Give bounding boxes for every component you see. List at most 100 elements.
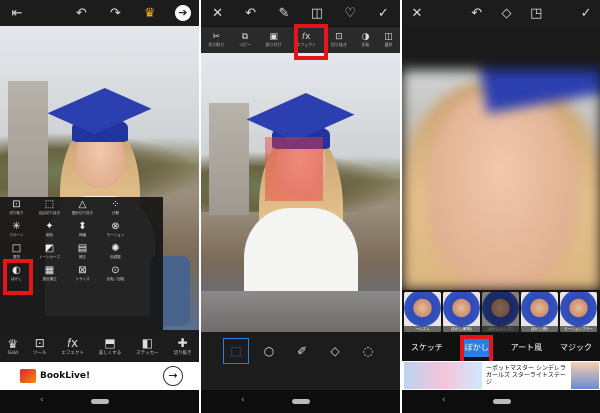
home-pill[interactable] — [492, 399, 511, 404]
ad-banner[interactable]: ーポットマスター シンデレラガールズ スターライトステージ — [402, 361, 600, 390]
menu-item[interactable]: ◩ トーンカーブ — [33, 243, 66, 265]
home-pill[interactable] — [291, 399, 310, 404]
photo-canvas[interactable] — [201, 53, 400, 332]
layers-icon[interactable]: ◳ — [527, 7, 545, 20]
strip-action[interactable]: ◑ 反転 — [362, 27, 370, 53]
close-icon[interactable]: ✕ — [408, 7, 426, 20]
statue — [209, 103, 249, 215]
resize-icon: ⊠ — [78, 265, 87, 276]
effect-thumbnails: ールズム ぼかし(鮮明) ぼかし(レンズ) ぼかし(夜) モーションブラー — [402, 290, 600, 333]
selection-region[interactable] — [265, 137, 323, 201]
effect-thumbnail-label: ぼかし(レンズ) — [482, 326, 519, 332]
ad-text: ーポットマスター シンデレラガールズ スターライトステージ — [486, 365, 566, 386]
editor-panel-tools: ⇤ ↶ ↷ ♛ ➔ ⊡ 切り取り ⬚ 自由切り抜き △ 図形切り抜き ⁘ 分散 ✳ クローン ✦ 削除… — [0, 0, 199, 413]
nav-back-icon[interactable]: ‹ — [40, 395, 44, 405]
category-tab[interactable]: スケッチ — [411, 342, 443, 353]
bottom-tool[interactable]: 𝑓x エフェクト — [61, 336, 84, 356]
menu-item[interactable]: ⊗ モーション — [99, 221, 132, 243]
bottom-tool[interactable]: ✚ 切り抜き — [173, 336, 191, 356]
menu-item[interactable]: ▦ 遠近補正 — [33, 265, 66, 287]
undo-icon[interactable]: ↶ — [468, 7, 486, 20]
cut-icon: ✂ — [212, 32, 221, 42]
effect-thumbnail-label: ぼかし(夜) — [521, 326, 558, 332]
lasso-icon[interactable]: ◌ — [355, 338, 381, 364]
effect-highlight — [294, 24, 328, 60]
menu-item[interactable]: △ 図形切り抜き — [66, 199, 99, 221]
apply-icon[interactable]: ✓ — [374, 7, 392, 20]
paste-icon: ▣ — [269, 32, 278, 42]
top-toolbar: ⇤ ↶ ↷ ♛ ➔ — [0, 0, 199, 26]
add-layer-icon[interactable]: ♡ — [341, 7, 359, 20]
tool-icon: ⊡ — [34, 336, 45, 350]
bottom-tool[interactable]: ♛ Gold — [7, 337, 18, 356]
menu-item[interactable]: ✺ 色調整 — [99, 243, 132, 265]
ad-arrow-icon[interactable]: → — [163, 366, 183, 386]
menu-item[interactable]: ⊠ リサイズ — [66, 265, 99, 287]
eraser-icon[interactable]: ◇ — [497, 7, 515, 20]
gold-icon: ♛ — [7, 336, 19, 351]
nav-bar: ‹ — [402, 390, 600, 413]
edit-icon[interactable]: ✎ — [275, 7, 293, 20]
apply-icon[interactable]: ✓ — [577, 7, 595, 20]
menu-item[interactable]: ⬍ 伸縮 — [66, 221, 99, 243]
effect-thumbnail[interactable]: ぼかし(夜) — [521, 292, 558, 332]
menu-item[interactable]: ⊙ 反転／回転 — [99, 265, 132, 287]
back-icon[interactable]: ⇤ — [8, 7, 26, 20]
menu-item[interactable]: ⬚ 自由切り抜き — [33, 199, 66, 221]
strip-action-label: 反転 — [361, 42, 370, 47]
perspective-icon: ▦ — [44, 265, 55, 276]
strip-action[interactable]: ✂ 切り取り — [208, 27, 224, 53]
compare-icon[interactable]: ◫ — [308, 7, 326, 20]
brush-icon[interactable]: ✐ — [289, 338, 315, 364]
nav-back-icon[interactable]: ‹ — [442, 395, 446, 405]
bottom-tool[interactable]: ⬒ 美しくする — [99, 336, 122, 356]
menu-item[interactable]: ⁘ 分散 — [99, 199, 132, 221]
strip-action[interactable]: ◫ 選択 — [384, 27, 393, 53]
statue — [8, 80, 48, 203]
cutout-icon: ✚ — [177, 336, 188, 350]
effect-thumbnail[interactable]: モーションブラー — [560, 292, 597, 332]
crop-icon: ⊡ — [335, 32, 343, 42]
menu-item[interactable]: ✳ クローン — [0, 221, 33, 243]
strip-action[interactable]: ▣ 貼り付け — [266, 27, 282, 53]
ad-banner[interactable]: BookLive! → — [0, 362, 199, 390]
strip-action[interactable]: ⧉ コピー — [239, 27, 251, 53]
nav-back-icon[interactable]: ‹ — [241, 395, 245, 405]
ad-character-icon — [571, 362, 599, 389]
effect-thumbnail[interactable]: ぼかし(レンズ) — [482, 292, 519, 332]
category-tab[interactable]: アート風 — [511, 342, 543, 353]
menu-item[interactable]: ✦ 削除 — [33, 221, 66, 243]
clone-icon: ✳ — [12, 221, 21, 232]
bottom-tool[interactable]: ◧ ステッカー — [136, 336, 159, 356]
blurred-photo[interactable] — [402, 70, 600, 290]
beautify-icon: ⬒ — [104, 336, 116, 350]
circle-select-icon[interactable]: ○ — [256, 338, 282, 364]
select-icon: □ — [11, 243, 22, 254]
select-icon: ◫ — [384, 32, 393, 42]
menu-item-label: 反転／回転 — [106, 277, 125, 281]
eraser-icon[interactable]: ◇ — [322, 338, 348, 364]
crown-icon[interactable]: ♛ — [141, 7, 159, 20]
close-icon[interactable]: ✕ — [209, 7, 227, 20]
strip-action[interactable]: ⊡ 切り抜き — [331, 27, 347, 53]
selection-tools: ⬚ ○ ✐ ◇ ◌ — [201, 332, 400, 390]
menu-item[interactable]: ▤ 補正 — [66, 243, 99, 265]
home-pill[interactable] — [90, 399, 109, 404]
undo-icon[interactable]: ↶ — [242, 7, 260, 20]
select-highlight — [3, 259, 33, 295]
undo-icon[interactable]: ↶ — [72, 7, 90, 20]
bottom-tool-label: エフェクト — [61, 351, 84, 356]
menu-item[interactable]: ⊡ 切り取り — [0, 199, 33, 221]
bottom-tool[interactable]: ⊡ ツール — [33, 336, 47, 356]
rectangle-select-icon[interactable]: ⬚ — [223, 338, 249, 364]
effect-thumbnail[interactable]: ールズム — [404, 292, 441, 332]
effect-thumbnail-label: ールズム — [404, 326, 441, 332]
effect-categories: スケッチ ぼかし アート風 マジック — [402, 333, 600, 361]
effect-thumbnail[interactable]: ぼかし(鮮明) — [443, 292, 480, 332]
menu-item-label: 色調整 — [110, 255, 121, 259]
menu-item-label: クローン — [9, 233, 24, 237]
top-toolbar: ✕ ↶ ◇ ◳ ✓ — [402, 0, 600, 26]
category-tab[interactable]: マジック — [560, 342, 592, 353]
redo-icon[interactable]: ↷ — [106, 7, 124, 20]
next-icon[interactable]: ➔ — [174, 5, 191, 21]
